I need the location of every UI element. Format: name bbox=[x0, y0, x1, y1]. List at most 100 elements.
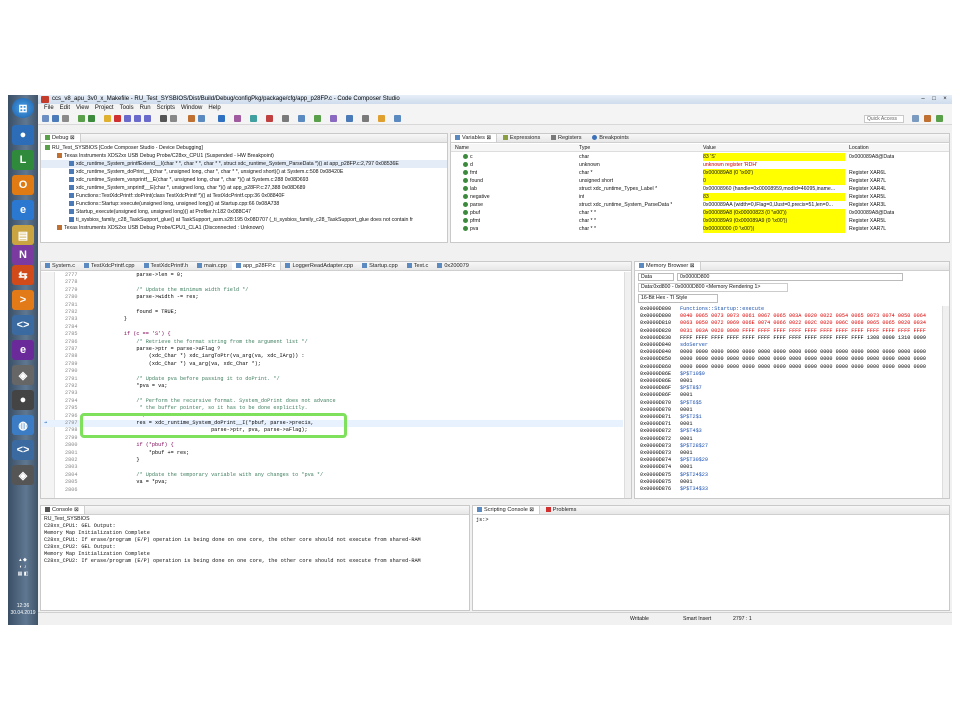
browser-icon[interactable]: e bbox=[12, 200, 34, 220]
memory-row[interactable]: 0x0000D874 $P$T30$29 bbox=[635, 457, 941, 464]
memory-row[interactable]: 0x0000D86E 0001 bbox=[635, 378, 941, 385]
perspective-icon[interactable] bbox=[936, 115, 943, 122]
memory-row[interactable]: 0x0000D871 0001 bbox=[635, 421, 941, 428]
memory-row[interactable]: 0x0000D810 0063 0050 0072 0069 006E 0074 … bbox=[635, 320, 941, 327]
variable-value[interactable]: 0x000089A9 (0x000089A9 (0 '\x00')) bbox=[703, 217, 845, 225]
script-prompt[interactable]: js:> bbox=[476, 517, 488, 523]
menu-project[interactable]: Project bbox=[92, 104, 117, 112]
memory-row[interactable]: 0x0000D830 FFFF FFFF FFFF FFFF FFFF FFFF … bbox=[635, 335, 941, 342]
variable-value[interactable]: 0x000089A8 (0 '\x00') bbox=[703, 169, 845, 177]
code-line[interactable]: 2793 bbox=[41, 390, 623, 397]
step-return-icon[interactable] bbox=[144, 115, 151, 122]
code-line[interactable]: 2784 bbox=[41, 324, 623, 331]
code-line[interactable]: 2783 } bbox=[41, 316, 623, 323]
editor-scrollbar[interactable] bbox=[624, 272, 631, 498]
variable-row[interactable]: lab struct xdc_runtime_Types_Label * 0x000… bbox=[451, 185, 949, 193]
maximize-button[interactable]: □ bbox=[929, 96, 939, 103]
col-value[interactable]: Value bbox=[703, 144, 716, 151]
perspective-icon[interactable] bbox=[912, 115, 919, 122]
variable-value[interactable]: unknown register 'RDH' bbox=[703, 161, 845, 169]
taskbar-app-icon[interactable]: L bbox=[12, 150, 34, 170]
variable-value[interactable]: 0 bbox=[703, 177, 845, 185]
debug-icon[interactable] bbox=[88, 115, 95, 122]
tab-scripting-console[interactable]: Scripting Console ⊠ bbox=[473, 506, 541, 514]
menu-window[interactable]: Window bbox=[178, 104, 205, 112]
variable-value[interactable]: 0x000089A8 (0x00000823 (0 '\x00')) bbox=[703, 209, 845, 217]
code-area[interactable]: 2777 parse->len = 0; 2778 2779 /* Update t… bbox=[41, 272, 623, 498]
folder-icon[interactable]: ▤ bbox=[12, 225, 34, 245]
tool-icon[interactable] bbox=[394, 115, 401, 122]
tool-icon[interactable] bbox=[188, 115, 195, 122]
code-line[interactable]: 2791 /* Update pva before passing it to … bbox=[41, 376, 623, 383]
tool-icon[interactable] bbox=[362, 115, 369, 122]
editor-tab[interactable]: 0x200079 bbox=[433, 262, 474, 270]
memory-row[interactable]: 0x0000D873 0001 bbox=[635, 450, 941, 457]
save-icon[interactable] bbox=[52, 115, 59, 122]
editor-tab[interactable]: System.c bbox=[41, 262, 80, 270]
code-line[interactable]: 2777 parse->len = 0; bbox=[41, 272, 623, 279]
debug-tree-row[interactable]: xdc_runtime_System_vsnprintf__E(char *, … bbox=[41, 176, 447, 184]
code-line[interactable]: 2785 if (c == 'S') { bbox=[41, 331, 623, 338]
variable-row[interactable]: parse struct xdc_runtime_System_ParseData… bbox=[451, 201, 949, 209]
code-line[interactable]: 2792 *pva = va; bbox=[41, 383, 623, 390]
memory-row[interactable]: 0x0000D870 0001 bbox=[635, 407, 941, 414]
variable-row[interactable]: pbuf char * * 0x000089A8 (0x00000823 (0 '\… bbox=[451, 209, 949, 217]
debug-tree-row[interactable]: RU_Test_SYSBIOS [Code Composer Studio - … bbox=[41, 144, 447, 152]
code-line[interactable]: 2795 * the buffer pointer, so it has to … bbox=[41, 405, 623, 412]
code-line[interactable]: 2804 /* Update the temporary variable wi… bbox=[41, 472, 623, 479]
memory-row[interactable]: 0x0000D850 0000 0000 0000 0000 0000 0000 … bbox=[635, 356, 941, 363]
editor-tab[interactable]: LoggerReadAdapter.cpp bbox=[281, 262, 358, 270]
tab-breakpoints[interactable]: Breakpoints bbox=[588, 134, 634, 142]
tab-problems[interactable]: Problems bbox=[542, 506, 582, 514]
code-line[interactable]: 2782 found = TRUE; bbox=[41, 309, 623, 316]
debug-tree-row[interactable]: Functions::Startup::execute(unsigned lon… bbox=[41, 200, 447, 208]
memory-row[interactable]: 0x0000D873 $P$T28$27 bbox=[635, 443, 941, 450]
taskbar-app-icon[interactable]: <> bbox=[12, 315, 34, 335]
variable-row[interactable]: fmt char * 0x000089A8 (0 '\x00') Register X… bbox=[451, 169, 949, 177]
taskbar-app-icon[interactable]: ● bbox=[12, 390, 34, 410]
console-output[interactable]: C28xx_CPU1: GEL Output: Memory Map Initia… bbox=[41, 523, 469, 610]
memory-format-select[interactable]: 16-Bit Hex - TI Style bbox=[638, 294, 718, 303]
code-line[interactable]: 2786 /* Retrieve the format string from … bbox=[41, 339, 623, 346]
tool-icon[interactable] bbox=[378, 115, 385, 122]
variable-row[interactable]: negative int 83 Register XAR5L bbox=[451, 193, 949, 201]
taskbar-app-icon[interactable]: ◍ bbox=[12, 415, 34, 435]
memory-space-select[interactable]: Data bbox=[638, 273, 674, 281]
tray-icons[interactable]: ▴ ◆ ◐ ♪ ▦ ◧ bbox=[13, 557, 33, 587]
variable-value[interactable]: 83 bbox=[703, 193, 845, 201]
minimize-button[interactable]: ‒ bbox=[918, 96, 928, 103]
memory-rendering-tab[interactable]: Data:0xd800 - 0x0000D800 <Memory Renderi… bbox=[638, 283, 788, 292]
taskbar-app-icon[interactable]: <> bbox=[12, 440, 34, 460]
variable-row[interactable]: pfmt char * * 0x000089A9 (0x000089A9 (0 '\… bbox=[451, 217, 949, 225]
close-button[interactable]: × bbox=[940, 96, 950, 103]
memory-row[interactable]: 0x0000D86F 0001 bbox=[635, 392, 941, 399]
debug-tree-row[interactable]: Functions::TestXdcPrintf::doPrint(class … bbox=[41, 192, 447, 200]
registers-icon[interactable] bbox=[170, 115, 177, 122]
editor-tab[interactable]: main.cpp bbox=[193, 262, 232, 270]
editor-tab[interactable]: Text.c bbox=[403, 262, 434, 270]
memory-row[interactable]: 0x0000D86F $P$T8$7 bbox=[635, 385, 941, 392]
print-icon[interactable] bbox=[62, 115, 69, 122]
code-line[interactable]: 2779 /* Update the minimum width field *… bbox=[41, 287, 623, 294]
code-line[interactable]: 2801 *pbuf += res; bbox=[41, 450, 623, 457]
tab-debug[interactable]: Debug ⊠ bbox=[41, 134, 81, 142]
tool-icon[interactable] bbox=[330, 115, 337, 122]
debug-tree-row[interactable]: xdc_runtime_System_snprintf__E(char *, u… bbox=[41, 184, 447, 192]
debug-tree-row[interactable]: xdc_runtime_System_printfExtend__I(char … bbox=[41, 160, 447, 168]
col-location[interactable]: Location bbox=[849, 144, 869, 151]
memory-row[interactable]: 0x0000D820 0031 003A 0020 0000 FFFF FFFF … bbox=[635, 328, 941, 335]
tool-icon[interactable] bbox=[346, 115, 353, 122]
tab-registers[interactable]: Registers bbox=[547, 134, 587, 142]
tool-icon[interactable] bbox=[234, 115, 241, 122]
code-line[interactable]: 2778 bbox=[41, 279, 623, 286]
code-line[interactable]: 2794 /* Perform the recursive format. Sy… bbox=[41, 398, 623, 405]
code-line[interactable]: 2805 va = *pva; bbox=[41, 479, 623, 486]
editor-tab[interactable]: Startup.cpp bbox=[358, 262, 403, 270]
quick-access-input[interactable]: Quick Access bbox=[864, 115, 904, 123]
perspective-icon[interactable] bbox=[924, 115, 931, 122]
start-button[interactable]: ⊞ bbox=[12, 98, 34, 118]
variable-value[interactable]: 83 'S' bbox=[703, 153, 845, 161]
taskbar-app-icon[interactable]: O bbox=[12, 175, 34, 195]
taskbar-app-icon[interactable]: e bbox=[12, 340, 34, 360]
onenote-icon[interactable]: N bbox=[12, 245, 34, 265]
